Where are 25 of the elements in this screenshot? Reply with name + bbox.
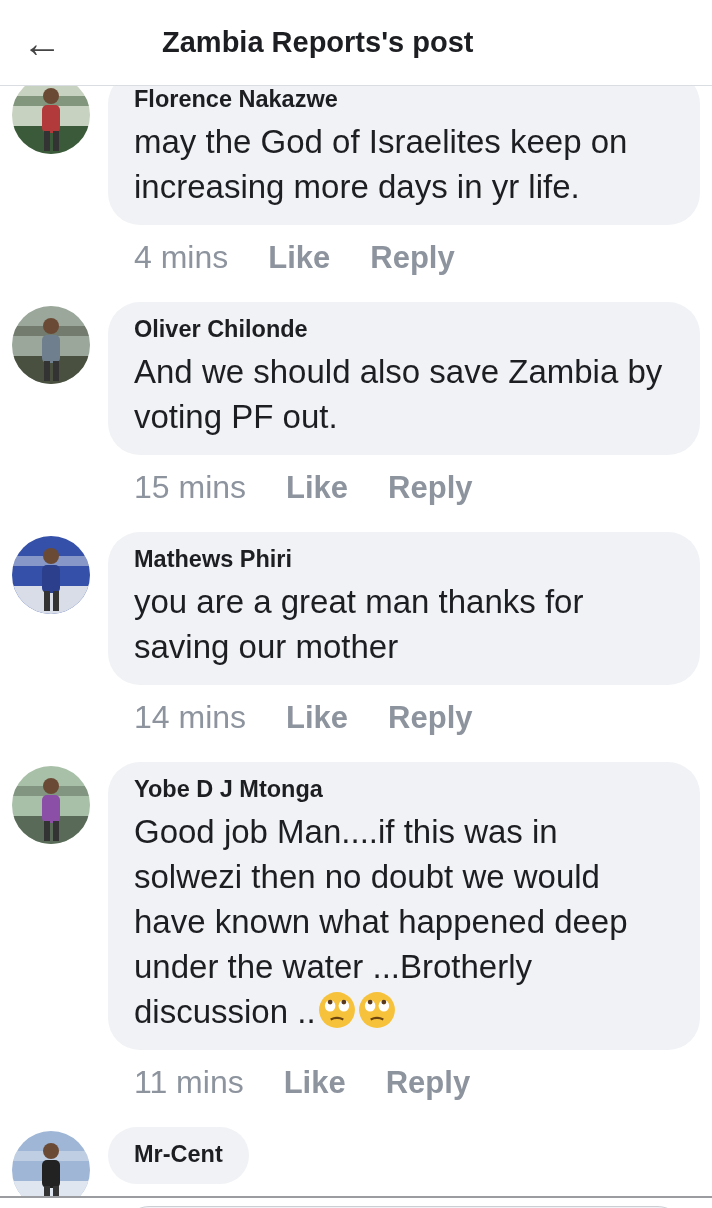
comment-text: may the God of Israelites keep on increasing more days in yr life.: [134, 122, 629, 207]
like-link[interactable]: Like: [286, 469, 349, 506]
comment-text: you are a great man thanks for saving our mother: [134, 582, 585, 667]
comment-text: And we should also save Zambia by voting PF out.: [134, 352, 664, 437]
comment-author[interactable]: Mr-Cent: [134, 1141, 223, 1168]
reply-link[interactable]: Reply: [388, 699, 473, 736]
reply-link[interactable]: Reply: [370, 239, 455, 276]
window-title: Zambia Reports's post: [162, 26, 474, 59]
comment-text: Good job Man....if this was in solwezi then no doubt we would have known what happened deep under the water ...Brotherly discussion ..: [134, 812, 629, 1032]
comment-author[interactable]: Mathews Phiri: [134, 546, 674, 573]
like-link[interactable]: Like: [286, 699, 349, 736]
like-link[interactable]: Like: [283, 1064, 346, 1101]
comment-time: 4 mins: [134, 239, 229, 276]
comment-author[interactable]: Oliver Chilonde: [134, 316, 674, 343]
reply-link[interactable]: Reply: [388, 469, 473, 506]
like-link[interactable]: Like: [268, 239, 331, 276]
eye-roll-emoji-icon: [317, 991, 356, 1029]
back-icon[interactable]: ←: [22, 22, 62, 63]
eye-roll-emoji-icon: [357, 991, 396, 1029]
comment-author[interactable]: Yobe D J Mtonga: [134, 776, 674, 803]
comment-time: 11 mins: [134, 1064, 244, 1101]
comment-author[interactable]: Florence Nakazwe: [134, 86, 674, 113]
comment-time: 15 mins: [134, 469, 247, 506]
comment-time: 14 mins: [134, 699, 247, 736]
reply-link[interactable]: Reply: [385, 1064, 471, 1101]
